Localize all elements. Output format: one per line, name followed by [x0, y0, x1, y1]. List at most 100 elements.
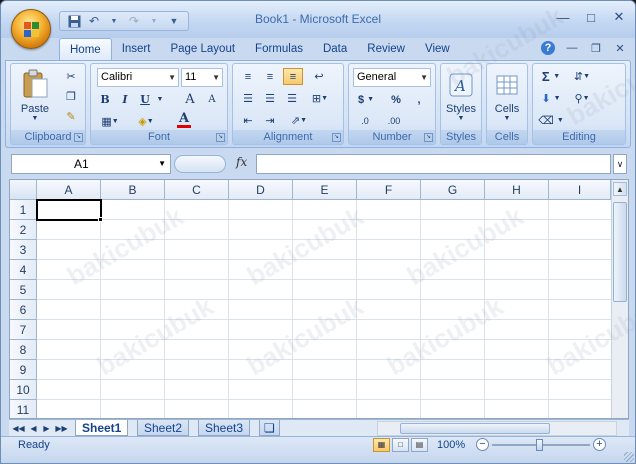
bold-button[interactable]: B: [97, 91, 113, 108]
page-layout-view-icon[interactable]: □: [392, 438, 409, 452]
column-header-e[interactable]: E: [293, 180, 357, 200]
row-header-9[interactable]: 9: [10, 360, 37, 380]
row-header-11[interactable]: 11: [10, 400, 37, 418]
decrease-decimal-button[interactable]: .00: [381, 112, 407, 129]
fill-handle[interactable]: [98, 217, 103, 222]
styles-button[interactable]: A Styles ▼: [445, 68, 477, 126]
scroll-up-icon[interactable]: ▲: [613, 182, 627, 196]
cut-icon[interactable]: ✂: [63, 68, 79, 84]
font-size-select[interactable]: 11 ▼: [181, 68, 223, 87]
align-top-icon[interactable]: ≡: [239, 68, 257, 85]
chevron-down-icon[interactable]: ▼: [155, 91, 165, 108]
increase-decimal-button[interactable]: .0: [353, 112, 377, 129]
workbook-restore-icon[interactable]: ❐: [589, 41, 603, 55]
decrease-indent-icon[interactable]: ⇤: [239, 112, 257, 129]
tab-formulas[interactable]: Formulas: [245, 38, 313, 60]
grow-font-button[interactable]: A: [181, 91, 199, 108]
borders-icon[interactable]: ▦ ▼: [97, 113, 123, 129]
increase-indent-icon[interactable]: ⇥: [261, 112, 279, 129]
align-left-icon[interactable]: ☰: [239, 90, 257, 107]
comma-button[interactable]: ,: [411, 91, 427, 108]
horizontal-scrollbar[interactable]: [377, 421, 617, 436]
row-header-4[interactable]: 4: [10, 260, 37, 280]
normal-view-icon[interactable]: ▦: [373, 438, 390, 452]
wrap-text-icon[interactable]: ↩: [309, 68, 329, 85]
sheet-tab-sheet2[interactable]: Sheet2: [137, 420, 190, 436]
align-right-icon[interactable]: ☰: [283, 90, 301, 107]
copy-icon[interactable]: ❐: [63, 88, 79, 104]
clear-icon[interactable]: ⌫ ▼: [537, 112, 565, 129]
formula-input[interactable]: [256, 154, 611, 174]
select-all-button[interactable]: [10, 180, 37, 200]
insert-sheet-icon[interactable]: ❏: [259, 420, 280, 436]
selected-cell[interactable]: [36, 199, 102, 221]
horizontal-scroll-thumb[interactable]: [400, 423, 550, 434]
zoom-out-icon[interactable]: −: [476, 438, 489, 451]
row-header-10[interactable]: 10: [10, 380, 37, 400]
italic-button[interactable]: I: [117, 91, 133, 108]
merge-center-icon[interactable]: ⊞ ▼: [307, 90, 333, 107]
dialog-launcher-icon[interactable]: ↘: [332, 133, 341, 142]
prev-sheet-icon[interactable]: ◀: [27, 422, 40, 435]
sheet-tab-sheet3[interactable]: Sheet3: [198, 420, 251, 436]
paste-button[interactable]: Paste ▼: [17, 68, 53, 122]
percent-button[interactable]: %: [387, 91, 405, 108]
currency-button[interactable]: $ ▼: [353, 91, 379, 108]
office-button[interactable]: [11, 9, 51, 49]
save-icon[interactable]: [66, 13, 82, 29]
dropdown-icon[interactable]: ▼: [106, 13, 122, 29]
row-header-3[interactable]: 3: [10, 240, 37, 260]
name-box[interactable]: A1 ▼: [11, 154, 171, 174]
font-color-button[interactable]: A: [171, 111, 197, 129]
column-header-a[interactable]: A: [37, 180, 101, 200]
dialog-launcher-icon[interactable]: ↘: [424, 133, 433, 142]
column-header-f[interactable]: F: [357, 180, 421, 200]
zoom-knob[interactable]: [536, 439, 543, 451]
fill-icon[interactable]: ⬇ ▼: [537, 90, 565, 107]
number-format-select[interactable]: General ▼: [353, 68, 431, 87]
first-sheet-icon[interactable]: ◀◀: [12, 422, 25, 435]
column-header-h[interactable]: H: [485, 180, 549, 200]
sheet-tab-sheet1[interactable]: Sheet1: [75, 420, 129, 436]
close-icon[interactable]: ✕: [611, 9, 627, 25]
align-center-icon[interactable]: ☰: [261, 90, 279, 107]
fill-color-icon[interactable]: ◈ ▼: [131, 113, 161, 129]
resize-grip-icon[interactable]: [624, 452, 634, 462]
expand-formula-bar-icon[interactable]: ∨: [613, 154, 627, 174]
dialog-launcher-icon[interactable]: ↘: [216, 133, 225, 142]
tab-page-layout[interactable]: Page Layout: [160, 38, 245, 60]
format-painter-icon[interactable]: ✎: [63, 108, 79, 124]
undo-icon[interactable]: ↶: [86, 13, 102, 29]
align-middle-icon[interactable]: ≡: [261, 68, 279, 85]
shrink-font-button[interactable]: A: [203, 91, 221, 108]
tab-data[interactable]: Data: [313, 38, 357, 60]
column-header-d[interactable]: D: [229, 180, 293, 200]
font-family-select[interactable]: Calibri ▼: [97, 68, 179, 87]
help-icon[interactable]: ?: [541, 41, 555, 55]
maximize-icon[interactable]: □: [583, 9, 599, 25]
vertical-scroll-thumb[interactable]: [613, 202, 627, 302]
orientation-icon[interactable]: ⇗ ▼: [285, 112, 313, 129]
insert-function-button[interactable]: fx: [236, 155, 247, 169]
customize-toolbar-icon[interactable]: ▼: [166, 13, 182, 29]
tab-home[interactable]: Home: [59, 38, 112, 60]
align-bottom-icon[interactable]: ≡: [283, 68, 303, 85]
cells-button[interactable]: Cells ▼: [491, 68, 523, 126]
zoom-slider[interactable]: − +: [476, 438, 606, 452]
redo-icon[interactable]: ↷: [126, 13, 142, 29]
column-header-g[interactable]: G: [421, 180, 485, 200]
row-header-7[interactable]: 7: [10, 320, 37, 340]
zoom-level[interactable]: 100%: [437, 439, 465, 451]
tab-review[interactable]: Review: [357, 38, 415, 60]
row-header-5[interactable]: 5: [10, 280, 37, 300]
tab-insert[interactable]: Insert: [112, 38, 161, 60]
zoom-in-icon[interactable]: +: [593, 438, 606, 451]
vertical-scrollbar[interactable]: ▲: [611, 180, 628, 418]
column-header-c[interactable]: C: [165, 180, 229, 200]
column-header-b[interactable]: B: [101, 180, 165, 200]
minimize-icon[interactable]: —: [555, 9, 571, 25]
tab-view[interactable]: View: [415, 38, 460, 60]
last-sheet-icon[interactable]: ▶▶: [55, 422, 68, 435]
cell-area[interactable]: [37, 200, 611, 418]
sort-filter-icon[interactable]: ⇵ ▼: [569, 68, 595, 85]
